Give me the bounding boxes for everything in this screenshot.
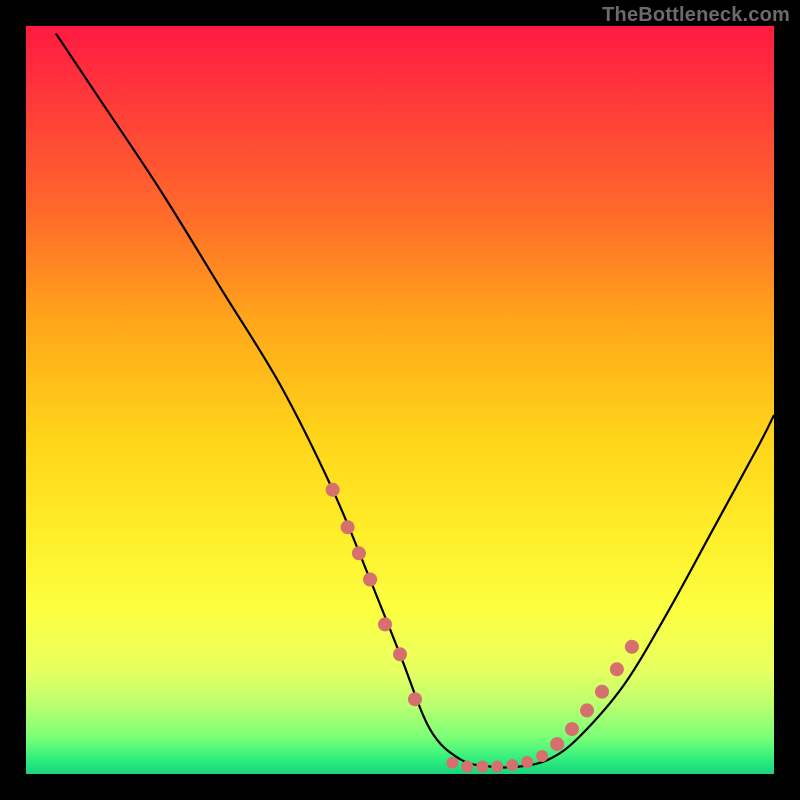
data-marker <box>550 737 564 751</box>
data-marker <box>446 757 458 769</box>
data-marker <box>408 692 422 706</box>
bottleneck-curve <box>56 34 774 768</box>
data-marker <box>565 722 579 736</box>
data-marker <box>476 761 488 773</box>
data-marker <box>393 647 407 661</box>
data-marker <box>580 703 594 717</box>
data-markers <box>326 483 639 773</box>
data-marker <box>610 662 624 676</box>
data-marker <box>341 520 355 534</box>
data-marker <box>491 761 503 773</box>
data-marker <box>363 573 377 587</box>
data-marker <box>595 685 609 699</box>
chart-frame: TheBottleneck.com <box>0 0 800 800</box>
data-marker <box>352 546 366 560</box>
data-marker <box>521 756 533 768</box>
chart-svg <box>26 26 774 774</box>
data-marker <box>326 483 340 497</box>
data-marker <box>506 759 518 771</box>
data-marker <box>625 640 639 654</box>
data-marker <box>536 750 548 762</box>
chart-plot-area <box>26 26 774 774</box>
watermark-text: TheBottleneck.com <box>602 4 790 27</box>
data-marker <box>378 617 392 631</box>
data-marker <box>461 761 473 773</box>
